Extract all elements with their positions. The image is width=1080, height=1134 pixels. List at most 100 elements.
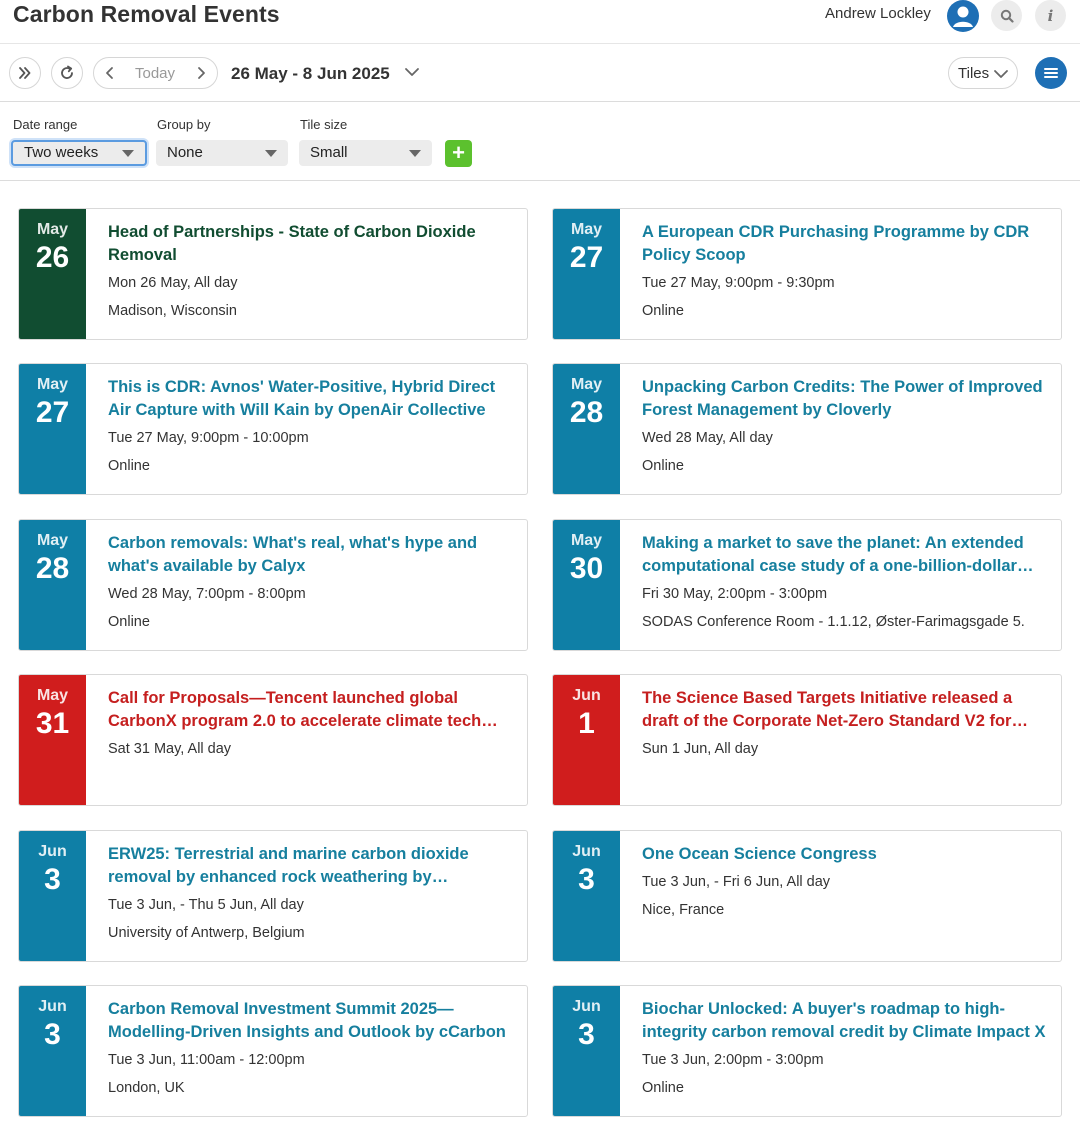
date-range-select[interactable]: Two weeks <box>11 140 147 166</box>
event-card[interactable]: May 27 This is CDR: Avnos' Water-Positiv… <box>18 363 528 495</box>
date-tile: May 31 <box>19 675 86 805</box>
chevron-left-icon[interactable] <box>102 65 118 81</box>
event-title[interactable]: One Ocean Science Congress <box>642 843 1047 866</box>
group-by-select[interactable]: None <box>156 140 288 166</box>
search-icon[interactable] <box>991 0 1022 31</box>
date-tile-day: 26 <box>35 241 70 274</box>
event-time: Wed 28 May, 7:00pm - 8:00pm <box>108 586 306 602</box>
date-tile-day: 27 <box>35 396 70 429</box>
date-range-label[interactable]: 26 May - 8 Jun 2025 <box>231 64 390 84</box>
event-card[interactable]: May 28 Unpacking Carbon Credits: The Pow… <box>552 363 1062 495</box>
event-location: University of Antwerp, Belgium <box>108 925 305 941</box>
caret-down-icon <box>265 150 277 157</box>
date-tile-day: 27 <box>569 241 604 274</box>
date-tile-month: May <box>36 532 69 549</box>
expand-sidebar-button[interactable] <box>9 57 41 89</box>
event-time: Tue 27 May, 9:00pm - 9:30pm <box>642 275 835 291</box>
event-card[interactable]: Jun 3 Biochar Unlocked: A buyer's roadma… <box>552 985 1062 1117</box>
info-icon[interactable]: i <box>1035 0 1066 31</box>
event-title[interactable]: Biochar Unlocked: A buyer's roadmap to h… <box>642 998 1047 1044</box>
view-mode-select[interactable]: Tiles <box>948 57 1018 89</box>
date-tile-day: 1 <box>578 707 595 740</box>
tile-size-select[interactable]: Small <box>299 140 432 166</box>
event-card[interactable]: May 28 Carbon removals: What's real, wha… <box>18 519 528 651</box>
event-time: Fri 30 May, 2:00pm - 3:00pm <box>642 586 828 602</box>
event-location: SODAS Conference Room - 1.1.12, Øster-Fa… <box>642 614 1025 630</box>
double-chevron-right-icon <box>19 67 31 79</box>
tile-size-filter-label: Tile size <box>300 117 348 132</box>
date-tile: May 27 <box>19 364 86 494</box>
avatar-icon[interactable] <box>947 0 979 32</box>
date-tile-month: May <box>36 687 69 704</box>
event-title[interactable]: Head of Partnerships - State of Carbon D… <box>108 221 513 267</box>
chevron-right-icon[interactable] <box>193 65 209 81</box>
event-title[interactable]: This is CDR: Avnos' Water-Positive, Hybr… <box>108 376 513 422</box>
event-title[interactable]: Carbon removals: What's real, what's hyp… <box>108 532 513 578</box>
event-card[interactable]: Jun 3 One Ocean Science Congress Tue 3 J… <box>552 830 1062 962</box>
app-header: Carbon Removal Events Andrew Lockley i <box>0 0 1080 44</box>
filter-bar: Date range Two weeks Group by None Tile … <box>0 102 1080 181</box>
date-tile-month: May <box>36 221 69 238</box>
calendar-toolbar: Today 26 May - 8 Jun 2025 Tiles <box>0 44 1080 102</box>
chevron-down-icon <box>994 70 1008 78</box>
event-card[interactable]: Jun 1 The Science Based Targets Initiati… <box>552 674 1062 806</box>
caret-down-icon <box>122 150 134 157</box>
event-card[interactable]: Jun 3 ERW25: Terrestrial and marine carb… <box>18 830 528 962</box>
event-time: Tue 3 Jun, - Fri 6 Jun, All day <box>642 874 831 890</box>
event-time: Tue 3 Jun, 11:00am - 12:00pm <box>108 1052 305 1068</box>
event-location: Online <box>642 303 684 319</box>
event-time: Sat 31 May, All day <box>108 741 232 757</box>
date-tile-month: Jun <box>38 843 67 860</box>
date-tile-month: Jun <box>572 998 601 1015</box>
event-time: Sun 1 Jun, All day <box>642 741 759 757</box>
event-title[interactable]: Unpacking Carbon Credits: The Power of I… <box>642 376 1047 422</box>
event-location: London, UK <box>108 1080 185 1096</box>
date-tile-day: 3 <box>578 863 595 896</box>
event-card[interactable]: May 27 A European CDR Purchasing Program… <box>552 208 1062 340</box>
date-tile: Jun 3 <box>19 831 86 961</box>
date-tile: May 28 <box>19 520 86 650</box>
event-card[interactable]: May 30 Making a market to save the plane… <box>552 519 1062 651</box>
event-location: Online <box>642 458 684 474</box>
date-tile-month: Jun <box>38 998 67 1015</box>
event-location: Nice, France <box>642 902 725 918</box>
event-location: Online <box>642 1080 684 1096</box>
date-tile-month: Jun <box>572 687 601 704</box>
event-card[interactable]: Jun 3 Carbon Removal Investment Summit 2… <box>18 985 528 1117</box>
date-range-select-value: Two weeks <box>24 144 99 161</box>
event-title[interactable]: The Science Based Targets Initiative rel… <box>642 687 1047 733</box>
event-location: Online <box>108 458 150 474</box>
event-card[interactable]: May 31 Call for Proposals—Tencent launch… <box>18 674 528 806</box>
add-filter-button[interactable]: + <box>445 140 472 167</box>
date-tile-month: May <box>570 532 603 549</box>
date-tile: May 27 <box>553 209 620 339</box>
date-navigation: Today <box>93 57 218 89</box>
today-button[interactable]: Today <box>135 65 175 82</box>
event-time: Tue 27 May, 9:00pm - 10:00pm <box>108 430 309 446</box>
date-range-filter-label: Date range <box>13 117 78 132</box>
event-time: Tue 3 Jun, 2:00pm - 3:00pm <box>642 1052 824 1068</box>
event-card[interactable]: May 26 Head of Partnerships - State of C… <box>18 208 528 340</box>
chevron-down-icon[interactable] <box>404 66 420 78</box>
event-title[interactable]: Call for Proposals—Tencent launched glob… <box>108 687 513 733</box>
event-title[interactable]: Making a market to save the planet: An e… <box>642 532 1047 578</box>
event-time: Mon 26 May, All day <box>108 275 238 291</box>
hamburger-menu-icon <box>1044 68 1058 78</box>
event-title[interactable]: ERW25: Terrestrial and marine carbon dio… <box>108 843 513 889</box>
date-tile-month: May <box>36 376 69 393</box>
date-tile: Jun 1 <box>553 675 620 805</box>
group-by-select-value: None <box>167 144 203 161</box>
date-tile-day: 30 <box>569 552 604 585</box>
date-tile-month: May <box>570 221 603 238</box>
date-tile-day: 28 <box>569 396 604 429</box>
refresh-button[interactable] <box>51 57 83 89</box>
date-tile: Jun 3 <box>19 986 86 1116</box>
date-tile: May 26 <box>19 209 86 339</box>
user-name[interactable]: Andrew Lockley <box>825 5 931 22</box>
event-location: Madison, Wisconsin <box>108 303 237 319</box>
date-tile-day: 3 <box>578 1018 595 1051</box>
menu-button[interactable] <box>1035 57 1067 89</box>
event-title[interactable]: Carbon Removal Investment Summit 2025—Mo… <box>108 998 513 1044</box>
event-title[interactable]: A European CDR Purchasing Programme by C… <box>642 221 1047 267</box>
date-tile: Jun 3 <box>553 831 620 961</box>
